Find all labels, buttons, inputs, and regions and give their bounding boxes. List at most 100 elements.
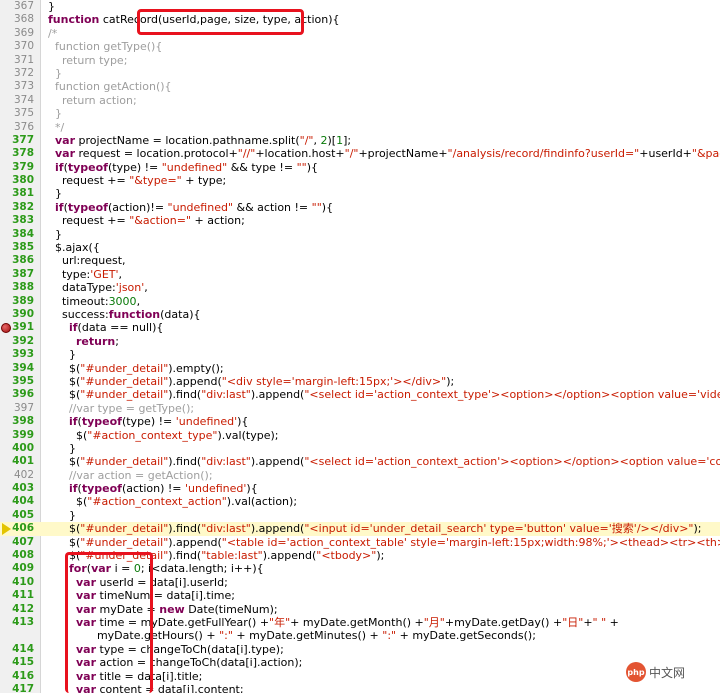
line-number[interactable]: 374 [8,94,34,107]
line-number[interactable]: 395 [8,375,34,388]
line-number[interactable]: 401 [8,455,34,468]
code-line[interactable]: 389 timeout:3000, [0,295,720,308]
line-number[interactable]: 411 [8,589,34,602]
line-number[interactable]: 367 [8,0,34,13]
code-text: $("#under_detail").find("div:last").appe… [48,522,702,536]
line-number[interactable]: 387 [8,268,34,281]
code-line[interactable]: 390 success:function(data){ [0,308,720,321]
line-number[interactable]: 407 [8,536,34,549]
line-number[interactable]: 404 [8,495,34,508]
line-number[interactable]: 405 [8,509,34,522]
code-text: request += "&action=" + action; [48,214,245,228]
line-number[interactable]: 369 [8,27,34,40]
line-number[interactable]: 408 [8,549,34,562]
line-number[interactable]: 389 [8,295,34,308]
code-line[interactable]: 383 request += "&action=" + action; [0,214,720,227]
code-line[interactable]: 404 $("#action_context_action").val(acti… [0,495,720,508]
line-number[interactable]: 394 [8,362,34,375]
line-number[interactable]: 378 [8,147,34,160]
code-line[interactable]: 405 } [0,509,720,522]
line-number[interactable]: 377 [8,134,34,147]
code-line[interactable]: 382 if(typeof(action)!= "undefined" && a… [0,201,720,214]
code-line[interactable]: 388 dataType:'json', [0,281,720,294]
code-line[interactable]: 381 } [0,187,720,200]
code-line[interactable]: 403 if(typeof(action) != 'undefined'){ [0,482,720,495]
code-line[interactable]: 379 if(typeof(type) != "undefined" && ty… [0,161,720,174]
line-number[interactable]: 371 [8,54,34,67]
code-line[interactable]: 386 url:request, [0,254,720,267]
code-line[interactable]: 394 $("#under_detail").empty(); [0,362,720,375]
code-line[interactable]: 407 $("#under_detail").append("<table id… [0,536,720,549]
line-number[interactable]: 414 [8,643,34,656]
code-line[interactable]: 377 var projectName = location.pathname.… [0,134,720,147]
code-line[interactable]: 406 $("#under_detail").find("div:last").… [0,522,720,536]
code-line[interactable]: 380 request += "&type=" + type; [0,174,720,187]
code-line[interactable]: 398 if(typeof(type) != 'undefined'){ [0,415,720,428]
code-text: url:request, [48,254,126,268]
code-line[interactable]: 372 } [0,67,720,80]
line-number[interactable]: 386 [8,254,34,267]
line-number[interactable]: 413 [8,616,34,629]
line-number[interactable]: 416 [8,670,34,683]
code-line[interactable]: 378 var request = location.protocol+"//"… [0,147,720,160]
line-number[interactable]: 409 [8,562,34,575]
code-line[interactable]: 396 $("#under_detail").find("div:last").… [0,388,720,401]
code-line[interactable]: 402 //var action = getAction(); [0,469,720,482]
code-line[interactable]: 400 } [0,442,720,455]
code-text: success:function(data){ [48,307,201,321]
code-line[interactable]: 393 } [0,348,720,361]
line-number[interactable]: 372 [8,67,34,80]
line-number[interactable]: 391 [8,321,34,334]
line-number[interactable]: 399 [8,429,34,442]
code-text: timeout:3000, [48,294,141,308]
line-number[interactable]: 393 [8,348,34,361]
code-line[interactable]: 376 */ [0,121,720,134]
line-number[interactable]: 398 [8,415,34,428]
line-number[interactable]: 370 [8,40,34,53]
code-editor[interactable]: 367} 368 function catRecord(userId,page, s… [0,0,720,693]
code-line[interactable]: 392 return; [0,335,720,348]
code-line[interactable]: 367} [0,0,720,13]
line-number[interactable]: 406 [8,522,34,535]
line-number[interactable]: 376 [8,121,34,134]
code-line[interactable]: 368 function catRecord(userId,page, size,… [0,13,720,26]
line-number[interactable]: 397 [8,402,34,415]
code-line[interactable]: 391 if(data == null){ [0,321,720,334]
code-line[interactable]: 385 $.ajax({ [0,241,720,254]
line-number[interactable]: 400 [8,442,34,455]
code-line[interactable]: 387 type:'GET', [0,268,720,281]
code-line[interactable]: 374 return action; [0,94,720,107]
line-number[interactable]: 384 [8,228,34,241]
code-line[interactable]: 397 //var type = getType(); [0,402,720,415]
code-line[interactable]: 375 } [0,107,720,120]
line-number[interactable]: 390 [8,308,34,321]
line-number[interactable]: 368 [8,13,34,26]
watermark-text: 中文网 [649,665,686,680]
code-line[interactable]: 399 $("#action_context_type").val(type); [0,429,720,442]
code-line[interactable]: 370 function getType(){ [0,40,720,53]
line-number[interactable]: 385 [8,241,34,254]
line-number[interactable]: 412 [8,603,34,616]
line-number[interactable]: 380 [8,174,34,187]
code-line[interactable]: 395 $("#under_detail").append("<div styl… [0,375,720,388]
line-number[interactable]: 415 [8,656,34,669]
line-number[interactable]: 402 [8,469,34,482]
line-number[interactable]: 381 [8,187,34,200]
line-number[interactable]: 410 [8,576,34,589]
code-line[interactable]: 373 function getAction(){ [0,80,720,93]
line-number[interactable]: 396 [8,388,34,401]
code-line[interactable]: 401 $("#under_detail").find("div:last").… [0,455,720,468]
line-number[interactable]: 375 [8,107,34,120]
line-number[interactable]: 417 [8,683,34,693]
line-number[interactable]: 388 [8,281,34,294]
line-number[interactable]: 383 [8,214,34,227]
code-text: dataType:'json', [48,281,148,295]
line-number[interactable]: 382 [8,201,34,214]
line-number[interactable]: 392 [8,335,34,348]
line-number[interactable]: 403 [8,482,34,495]
line-number[interactable]: 373 [8,80,34,93]
code-line[interactable]: 384 } [0,228,720,241]
code-line[interactable]: 369 /* [0,27,720,40]
code-line[interactable]: 371 return type; [0,54,720,67]
line-number[interactable]: 379 [8,161,34,174]
